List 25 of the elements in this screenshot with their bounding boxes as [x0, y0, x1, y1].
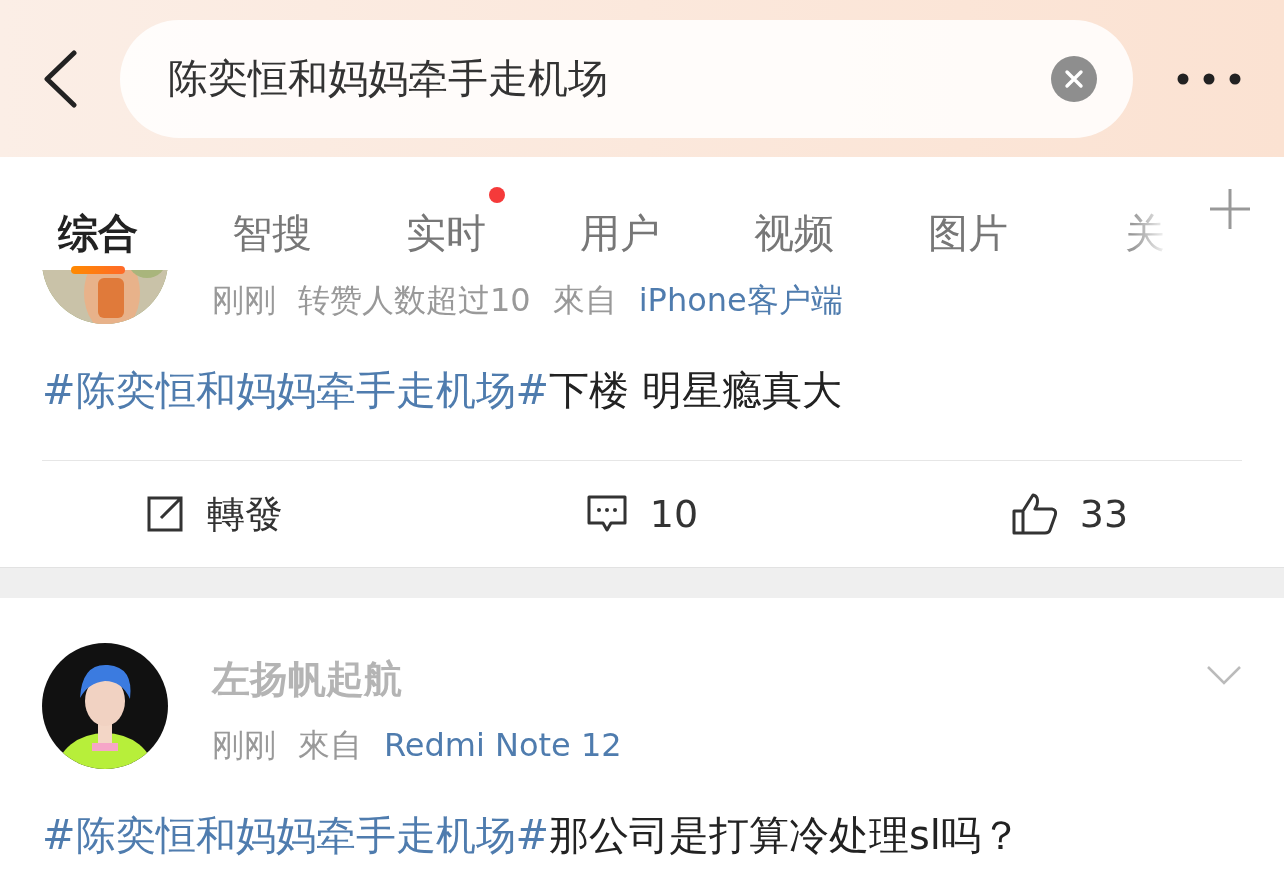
search-bar[interactable]: 陈奕恒和妈妈牵手走机场	[120, 19, 1133, 138]
post-text: #陈奕恒和妈妈牵手走机场#那公司是打算冷处理sl吗？	[42, 813, 1022, 857]
meta-text: 转赞人数超过10	[298, 280, 531, 321]
source-link[interactable]: Redmi Note 12	[384, 723, 622, 767]
source-link[interactable]: iPhone客户端	[638, 278, 843, 322]
tab[interactable]: 智搜	[185, 157, 359, 270]
repost-icon[interactable]	[145, 494, 185, 534]
tab[interactable]: 图片	[881, 157, 1055, 270]
tab[interactable]: 视频	[707, 157, 881, 270]
clear-icon[interactable]	[1051, 55, 1097, 102]
back-icon[interactable]	[42, 49, 78, 108]
post-text: #陈奕恒和妈妈牵手走机场#下楼 明星瘾真大	[42, 368, 843, 412]
meta-text: 來自	[298, 725, 362, 766]
like-count[interactable]: 33	[1079, 492, 1129, 536]
plus-icon[interactable]	[1209, 189, 1250, 229]
thumbs-up-icon[interactable]	[1011, 493, 1058, 535]
comment-count[interactable]: 10	[649, 492, 699, 536]
more-icon[interactable]	[1176, 72, 1241, 85]
comment-icon[interactable]	[585, 494, 628, 534]
meta-text: 來自	[552, 280, 617, 321]
meta-text: 刚刚	[212, 280, 276, 321]
tab[interactable]: 实时	[359, 157, 533, 270]
repost-label[interactable]: 轉發	[207, 488, 283, 540]
meta-text: 刚刚	[212, 725, 276, 766]
tab[interactable]: 用户	[533, 157, 707, 270]
